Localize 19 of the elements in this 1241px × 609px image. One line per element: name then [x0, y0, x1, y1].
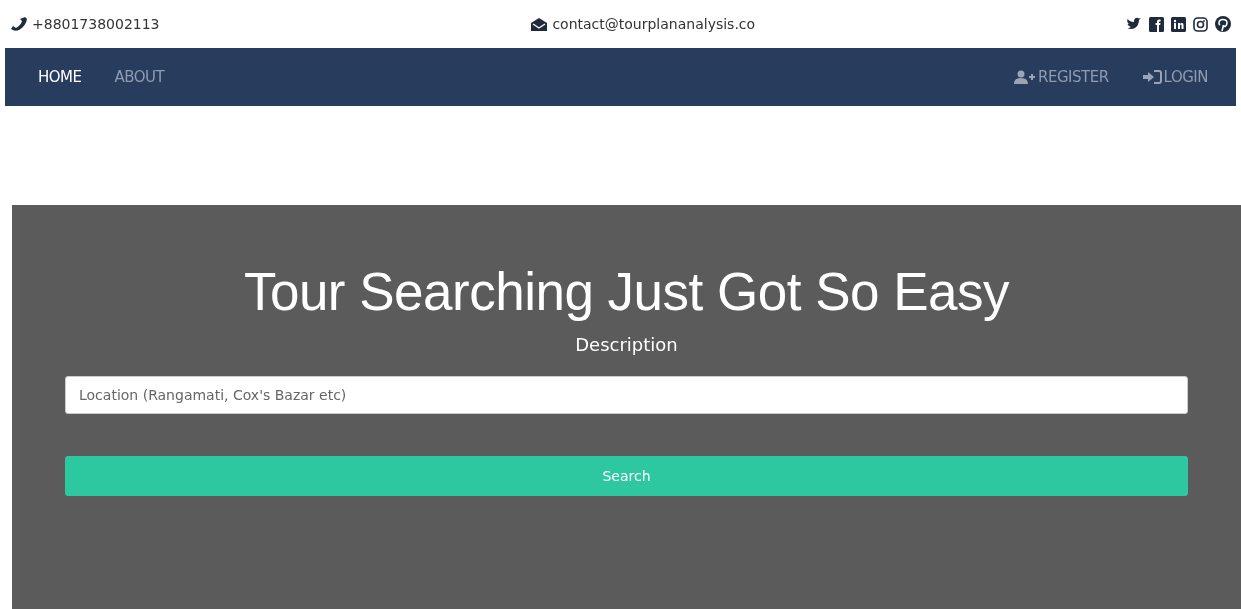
- hero-title: Tour Searching Just Got So Easy: [243, 261, 1010, 322]
- pinterest-icon[interactable]: [1215, 16, 1231, 32]
- twitter-icon[interactable]: [1126, 17, 1142, 31]
- nav-link[interactable]: LOGIN: [1141, 68, 1208, 86]
- sign-in-icon: [1141, 70, 1162, 84]
- phone-number: +8801738002113: [32, 16, 160, 32]
- linkedin-icon[interactable]: [1171, 16, 1186, 32]
- nav-link[interactable]: ABOUT: [114, 68, 165, 86]
- instagram-icon[interactable]: [1193, 16, 1208, 32]
- nav-link[interactable]: REGISTER: [1014, 68, 1109, 86]
- hero-description: Description: [575, 334, 678, 355]
- search-button[interactable]: Search: [65, 456, 1188, 496]
- user-plus-icon: [1014, 70, 1037, 84]
- facebook-icon[interactable]: [1149, 16, 1164, 32]
- email-address: contact@tourplananalysis.co: [552, 16, 756, 32]
- phone-icon: [10, 16, 28, 32]
- nav-link[interactable]: HOME: [38, 68, 82, 86]
- location-search-field[interactable]: Location (Rangamati, Cox's Bazar etc): [65, 376, 1188, 414]
- envelope-icon: [530, 16, 549, 32]
